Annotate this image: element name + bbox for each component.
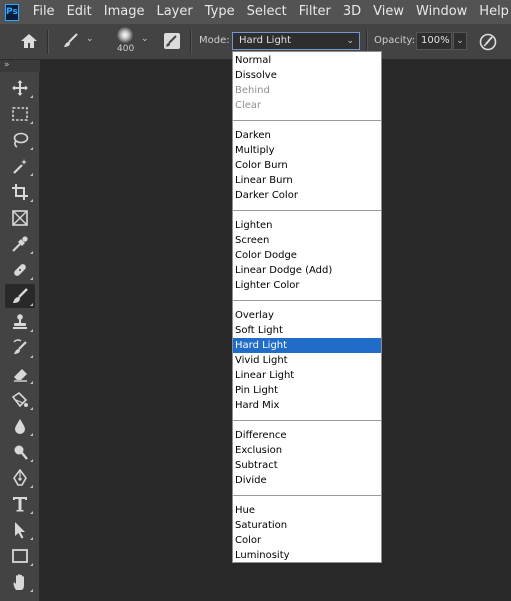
collapse-panel-icon[interactable]: »: [0, 60, 40, 72]
rectangle-tool-icon[interactable]: [5, 544, 35, 568]
history-brush-tool-icon[interactable]: [5, 336, 35, 360]
blend-mode-option-exclusion[interactable]: Exclusion: [233, 443, 381, 458]
lasso-tool-icon[interactable]: [5, 128, 35, 152]
blend-mode-option-behind: Behind: [235, 85, 270, 96]
brush-tip-preview-icon[interactable]: [117, 27, 133, 43]
menu-select[interactable]: Select: [241, 0, 293, 24]
opacity-input[interactable]: 100%: [416, 32, 452, 50]
dodge-tool-icon[interactable]: [5, 440, 35, 464]
blend-mode-option-multiply[interactable]: Multiply: [233, 143, 381, 158]
dropdown-separator: [233, 210, 381, 211]
chevron-down-icon: ⌄: [346, 36, 354, 46]
mode-select-value: Hard Light: [239, 35, 292, 46]
blend-mode-option-darker-color[interactable]: Darker Color: [233, 188, 381, 203]
menu-file[interactable]: File: [27, 0, 61, 24]
menu-type[interactable]: Type: [199, 0, 241, 24]
dropdown-separator: [233, 300, 381, 301]
pressure-opacity-icon[interactable]: [478, 32, 498, 56]
type-tool-icon[interactable]: [5, 492, 35, 516]
blend-mode-option-color-dodge[interactable]: Color Dodge: [233, 248, 381, 263]
mode-select[interactable]: Hard Light ⌄: [232, 32, 360, 50]
tools-panel: »: [0, 60, 40, 601]
gradient-tool-icon[interactable]: [5, 388, 35, 412]
dropdown-separator: [233, 120, 381, 121]
blend-mode-option-hard-light[interactable]: Hard Light: [233, 338, 381, 353]
brush-preset-icon[interactable]: [62, 32, 80, 54]
opacity-label: Opacity:: [374, 35, 416, 46]
blend-mode-option-dissolve[interactable]: Dissolve: [233, 68, 381, 83]
divider: [190, 30, 192, 54]
blend-mode-option-color-burn[interactable]: Color Burn: [233, 158, 381, 173]
mode-label: Mode:: [199, 35, 230, 46]
blend-mode-option-difference[interactable]: Difference: [233, 428, 381, 443]
eyedropper-tool-icon[interactable]: [5, 232, 35, 256]
brush-tool-icon[interactable]: [5, 284, 35, 308]
blur-tool-icon[interactable]: [5, 414, 35, 438]
frame-tool-icon[interactable]: [5, 206, 35, 230]
eraser-tool-icon[interactable]: [5, 362, 35, 386]
blend-mode-option-luminosity[interactable]: Luminosity: [233, 548, 381, 563]
menu-bar: Ps File Edit Image Layer Type Select Filter 3D V…: [0, 0, 511, 24]
divider: [47, 30, 49, 54]
blend-mode-option-darken[interactable]: Darken: [233, 128, 381, 143]
menu-image[interactable]: Image: [98, 0, 151, 24]
clone-stamp-tool-icon[interactable]: [5, 310, 35, 334]
menu-edit[interactable]: Edit: [61, 0, 98, 24]
photoshop-logo-icon: Ps: [5, 3, 19, 21]
blend-mode-option-linear-burn[interactable]: Linear Burn: [233, 173, 381, 188]
blend-mode-option-lighten[interactable]: Lighten: [233, 218, 381, 233]
blend-mode-dropdown: Normal Dissolve Behind Clear Darken Multiply C…: [232, 51, 382, 563]
crop-tool-icon[interactable]: [5, 180, 35, 204]
brush-settings-panel-icon[interactable]: [163, 32, 181, 54]
path-selection-tool-icon[interactable]: [5, 518, 35, 542]
blend-mode-option-color[interactable]: Color: [233, 533, 381, 548]
spot-healing-tool-icon[interactable]: [5, 258, 35, 282]
menu-view[interactable]: View: [367, 0, 410, 24]
blend-mode-option-hue[interactable]: Hue: [233, 503, 381, 518]
blend-mode-option-vivid-light[interactable]: Vivid Light: [233, 353, 381, 368]
menu-filter[interactable]: Filter: [293, 0, 337, 24]
blend-mode-option-normal[interactable]: Normal: [233, 53, 381, 68]
menu-items: File Edit Image Layer Type Select Filter 3D View…: [27, 0, 511, 24]
blend-mode-option-subtract[interactable]: Subtract: [233, 458, 381, 473]
blend-mode-option-overlay[interactable]: Overlay: [233, 308, 381, 323]
marquee-tool-icon[interactable]: [5, 102, 35, 126]
home-icon[interactable]: [19, 32, 39, 54]
menu-layer[interactable]: Layer: [150, 0, 198, 24]
blend-mode-option-hard-mix[interactable]: Hard Mix: [233, 398, 381, 413]
chevron-down-icon[interactable]: ⌄: [86, 34, 94, 44]
blend-mode-option-soft-light[interactable]: Soft Light: [233, 323, 381, 338]
brush-size-value: 400: [117, 44, 135, 54]
blend-mode-option-pin-light[interactable]: Pin Light: [233, 383, 381, 398]
chevron-down-icon[interactable]: ⌄: [141, 34, 149, 44]
blend-mode-option-clear: Clear: [235, 100, 262, 111]
menu-help[interactable]: Help: [473, 0, 511, 24]
dropdown-separator: [233, 420, 381, 421]
blend-mode-option-lighter-color[interactable]: Lighter Color: [233, 278, 381, 293]
dropdown-separator: [233, 495, 381, 496]
magic-wand-tool-icon[interactable]: [5, 154, 35, 178]
blend-mode-option-linear-light[interactable]: Linear Light: [233, 368, 381, 383]
pen-tool-icon[interactable]: [5, 466, 35, 490]
blend-mode-option-linear-dodge-add[interactable]: Linear Dodge (Add): [233, 263, 381, 278]
menu-3d[interactable]: 3D: [337, 0, 367, 24]
menu-window[interactable]: Window: [410, 0, 473, 24]
blend-mode-option-saturation[interactable]: Saturation: [233, 518, 381, 533]
blend-mode-option-divide[interactable]: Divide: [233, 473, 381, 488]
move-tool-icon[interactable]: [5, 76, 35, 100]
hand-tool-icon[interactable]: [5, 570, 35, 594]
opacity-chevron-icon[interactable]: ⌄: [453, 32, 467, 50]
blend-mode-option-screen[interactable]: Screen: [233, 233, 381, 248]
